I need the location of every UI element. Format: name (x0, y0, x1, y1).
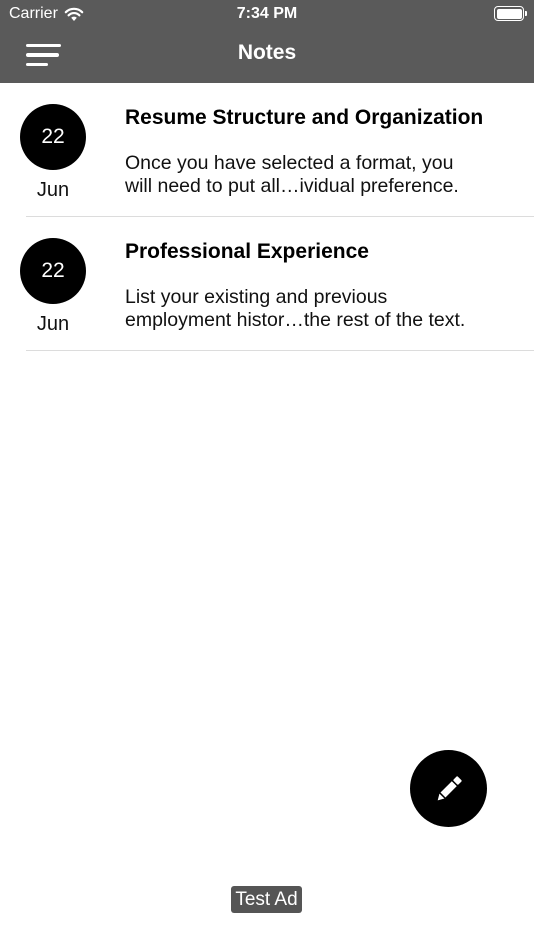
note-list-item[interactable]: 22 Jun Professional Experience List your… (0, 217, 534, 351)
battery-level (496, 8, 522, 19)
date-badge: 22 (20, 238, 86, 304)
test-ad-banner[interactable]: Test Ad (231, 886, 302, 913)
battery-tip (525, 11, 527, 16)
note-title: Professional Experience (125, 240, 369, 263)
pencil-icon (437, 775, 462, 800)
battery-icon (494, 6, 527, 21)
note-preview-line: List your existing and previous (125, 286, 388, 308)
date-badge: 22 (20, 104, 86, 170)
note-preview-line: employment histor…the rest of the text. (125, 309, 466, 331)
note-day: 22 (41, 125, 65, 148)
note-list-item[interactable]: 22 Jun Resume Structure and Organization… (0, 83, 534, 217)
note-title: Resume Structure and Organization (125, 106, 484, 129)
new-note-button[interactable] (410, 750, 487, 827)
note-preview: Once you have selected a format, you wil… (125, 152, 520, 198)
note-month: Jun (36, 313, 70, 335)
page-title: Notes (237, 41, 297, 64)
notes-list: 22 Jun Resume Structure and Organization… (0, 83, 534, 351)
note-preview-line: Once you have selected a format, you (125, 152, 454, 174)
status-bar: Carrier 7:34 PM (0, 0, 534, 28)
navigation-bar: Notes (0, 28, 534, 83)
note-preview-line: will need to put all…ividual preference. (125, 175, 459, 197)
note-day: 22 (41, 259, 65, 282)
status-time: 7:34 PM (236, 5, 298, 22)
note-preview: List your existing and previous employme… (125, 286, 520, 332)
notes-screen: Carrier 7:34 PM Notes 22 Jun Resume Stru… (0, 0, 534, 950)
note-month: Jun (36, 179, 70, 201)
